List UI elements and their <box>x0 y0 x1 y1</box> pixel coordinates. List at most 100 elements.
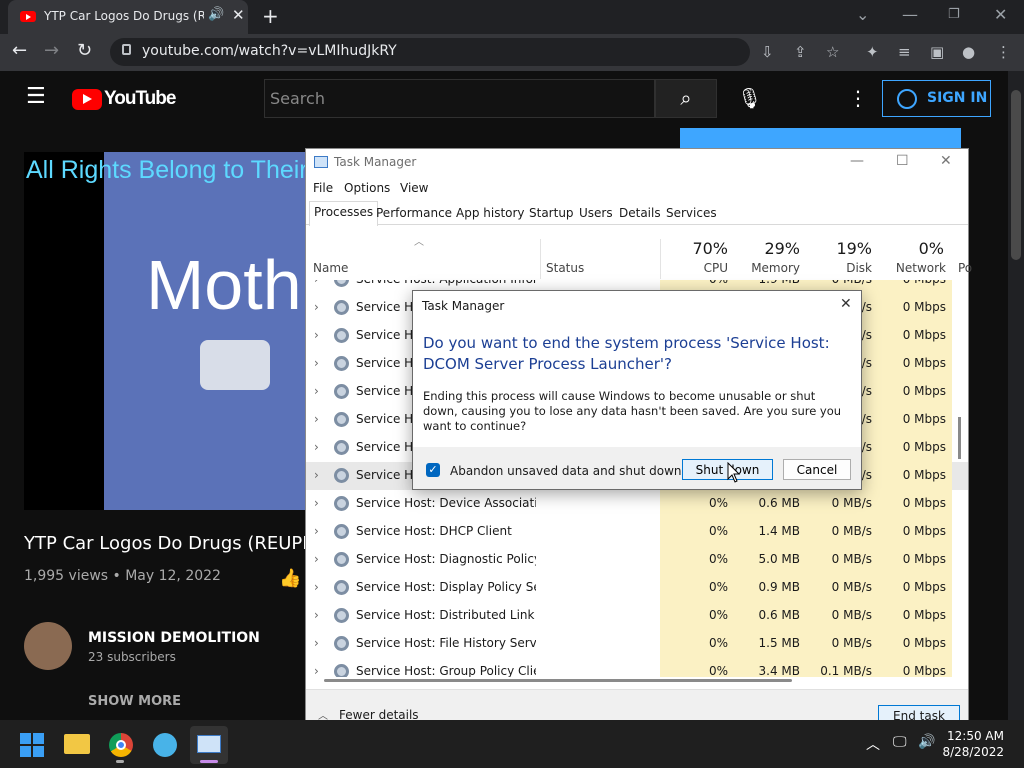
forward-icon[interactable]: → <box>44 40 59 61</box>
bookmark-star-icon[interactable]: ☆ <box>826 43 839 61</box>
video-caption: All Rights Belong to Their <box>26 156 308 184</box>
process-row[interactable]: › Service Host: Diagnostic Policy ... 0%5.… <box>306 546 968 574</box>
process-row[interactable]: › Service Host: File History Service 0% 1.5… <box>306 630 968 658</box>
tab-performance[interactable]: Performance <box>376 206 452 220</box>
channel-avatar[interactable] <box>24 622 72 670</box>
profile-icon[interactable]: ● <box>962 43 975 61</box>
channel-name[interactable]: MISSION DEMOLITION <box>88 630 260 646</box>
menu-options[interactable]: Options <box>344 181 390 195</box>
col-power[interactable]: Po <box>958 261 972 275</box>
clock-time[interactable]: 12:50 AM <box>944 729 1004 743</box>
chrome-menu-icon[interactable]: ⋮ <box>996 43 1011 61</box>
page-scrollbar-thumb[interactable] <box>1011 90 1021 260</box>
vertical-scrollbar[interactable] <box>958 417 961 459</box>
expand-chevron-icon[interactable]: › <box>314 580 319 594</box>
side-panel-icon[interactable]: ▣ <box>930 43 944 61</box>
dialog-body: Ending this process will cause Windows t… <box>423 389 842 433</box>
show-more-button[interactable]: SHOW MORE <box>88 694 181 709</box>
address-bar[interactable]: youtube.com/watch?v=vLMIhudJkRY <box>110 38 750 66</box>
tab-close-icon[interactable]: ✕ <box>232 6 245 24</box>
extensions-icon[interactable]: ✦ <box>866 43 879 61</box>
tab-search-icon[interactable]: ⌄ <box>856 5 869 24</box>
menu-file[interactable]: File <box>313 181 333 195</box>
disk-percent[interactable]: 19% <box>810 239 872 258</box>
like-icon[interactable]: 👍 <box>279 568 301 589</box>
cancel-button[interactable]: Cancel <box>783 459 851 480</box>
close-window-icon[interactable]: ✕ <box>994 5 1007 24</box>
network-percent[interactable]: 0% <box>882 239 944 258</box>
expand-chevron-icon[interactable]: › <box>314 636 319 650</box>
expand-chevron-icon[interactable]: › <box>314 356 319 370</box>
start-icon[interactable] <box>20 733 44 757</box>
reload-icon[interactable]: ↻ <box>77 40 92 61</box>
minimize-icon[interactable]: — <box>902 5 918 24</box>
expand-chevron-icon[interactable]: › <box>314 524 319 538</box>
col-memory[interactable]: Memory <box>726 261 800 275</box>
speaker-icon[interactable]: 🔊 <box>208 7 224 22</box>
tab-services[interactable]: Services <box>666 206 717 220</box>
search-input[interactable]: Search <box>264 79 655 118</box>
search-button[interactable]: ⌕ <box>655 79 717 118</box>
menu-view[interactable]: View <box>400 181 428 195</box>
microphone-icon[interactable]: 🎙 <box>737 86 762 110</box>
network-icon[interactable]: 🖵 <box>893 734 907 750</box>
tab-processes[interactable]: Processes <box>309 201 379 226</box>
hamburger-menu-icon[interactable]: ☰ <box>26 84 46 109</box>
clock-date[interactable]: 8/28/2022 <box>934 745 1004 759</box>
cpu-percent[interactable]: 70% <box>666 239 728 258</box>
tab-startup[interactable]: Startup <box>529 206 574 220</box>
service-gear-icon <box>334 496 349 511</box>
tab-users[interactable]: Users <box>579 206 613 220</box>
horizontal-scrollbar[interactable] <box>324 679 792 682</box>
abandon-checkbox[interactable]: ✓ <box>426 463 440 477</box>
process-row[interactable]: › Service Host: Device Associatio... 0%0.6… <box>306 490 968 518</box>
browser-tab[interactable]: YTP Car Logos Do Drugs (RE 🔊 ✕ <box>8 0 248 34</box>
process-memory: 0.9 MB <box>734 574 806 602</box>
expand-chevron-icon[interactable]: › <box>314 384 319 398</box>
expand-chevron-icon[interactable]: › <box>314 328 319 342</box>
process-row[interactable]: ›Service Host: Display Policy Serv...0%0… <box>306 574 968 602</box>
reading-list-icon[interactable]: ≡ <box>898 43 911 61</box>
process-row[interactable]: › Service Host: DHCP Client 0% 1.4 MB 0 MB/s… <box>306 518 968 546</box>
restore-icon[interactable]: ❐ <box>948 7 960 22</box>
back-icon[interactable]: ← <box>12 40 27 61</box>
volume-icon[interactable]: 🔊 <box>918 734 935 750</box>
share-icon[interactable]: ⇪ <box>794 43 807 61</box>
memory-percent[interactable]: 29% <box>738 239 800 258</box>
expand-chevron-icon[interactable]: › <box>314 664 319 677</box>
col-status[interactable]: Status <box>546 261 584 275</box>
tm-maximize-icon[interactable]: ☐ <box>896 153 909 169</box>
abandon-checkbox-label[interactable]: Abandon unsaved data and shut down. <box>450 464 685 478</box>
col-name[interactable]: Name <box>313 261 348 275</box>
col-disk[interactable]: Disk <box>810 261 872 275</box>
youtube-logo-text[interactable]: YouTube <box>104 88 176 110</box>
settings-more-icon[interactable]: ⋮ <box>848 86 868 110</box>
sign-in-button[interactable]: SIGN IN <box>882 80 991 117</box>
expand-chevron-icon[interactable]: › <box>314 552 319 566</box>
file-explorer-icon[interactable] <box>64 734 90 754</box>
process-row[interactable]: › Service Host: Group Policy Client 0% 3.4 … <box>306 658 968 677</box>
col-network[interactable]: Network <box>882 261 946 275</box>
install-icon[interactable]: ⇩ <box>761 43 774 61</box>
process-cpu: 0% <box>660 602 734 630</box>
youtube-logo-icon[interactable] <box>72 89 102 110</box>
process-row[interactable]: ›Service Host: Distributed Link Tr...0%0… <box>306 602 968 630</box>
expand-chevron-icon[interactable]: › <box>314 300 319 314</box>
new-tab-icon[interactable]: + <box>262 4 279 28</box>
expand-chevron-icon[interactable]: › <box>314 496 319 510</box>
tm-close-icon[interactable]: ✕ <box>940 153 952 169</box>
expand-chevron-icon[interactable]: › <box>314 280 319 286</box>
dialog-close-icon[interactable]: ✕ <box>840 296 852 312</box>
col-cpu[interactable]: CPU <box>666 261 728 275</box>
chrome-icon[interactable] <box>109 733 133 757</box>
tab-details[interactable]: Details <box>619 206 661 220</box>
show-hidden-icons-icon[interactable]: ︿ <box>866 734 880 754</box>
network-app-icon[interactable] <box>153 733 177 757</box>
expand-chevron-icon[interactable]: › <box>314 468 319 482</box>
tm-minimize-icon[interactable]: — <box>850 153 864 169</box>
tab-app-history[interactable]: App history <box>456 206 525 220</box>
expand-chevron-icon[interactable]: › <box>314 440 319 454</box>
expand-chevron-icon[interactable]: › <box>314 608 319 622</box>
expand-chevron-icon[interactable]: › <box>314 412 319 426</box>
account-icon <box>897 89 917 109</box>
